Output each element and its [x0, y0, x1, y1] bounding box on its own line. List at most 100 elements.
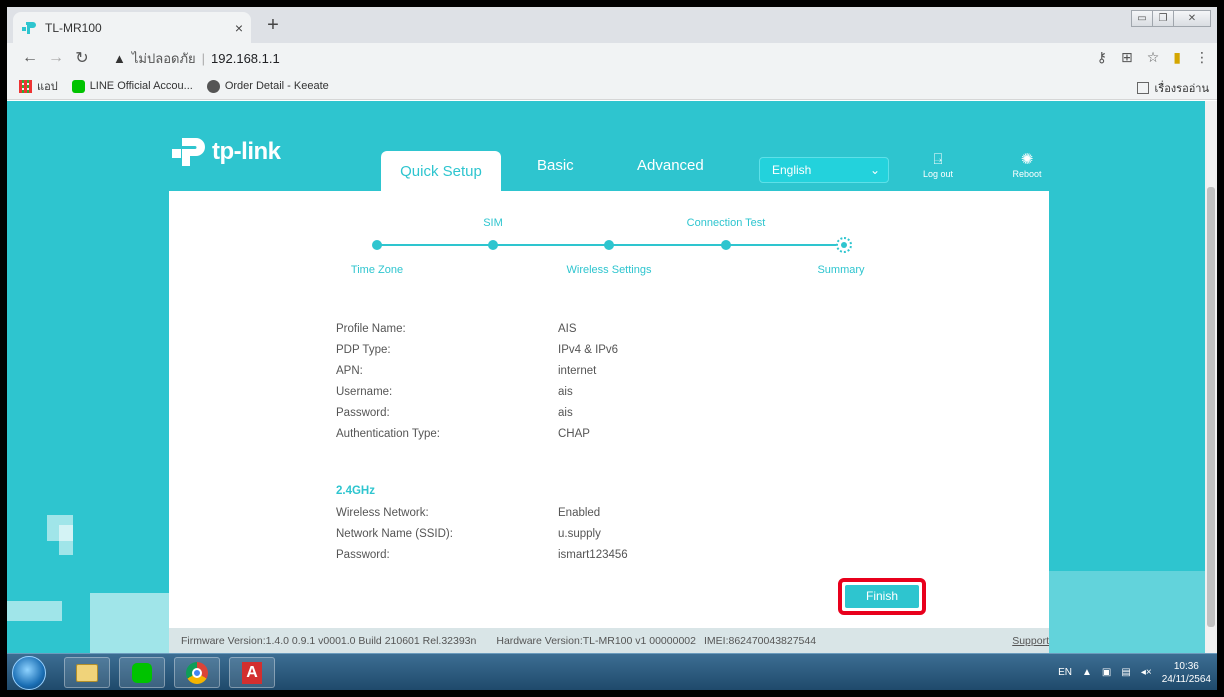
tab-quick-setup[interactable]: Quick Setup — [381, 151, 501, 191]
language-select[interactable]: English ⌄ — [759, 157, 889, 183]
address-separator: | — [201, 50, 206, 66]
step-dot-wireless — [604, 240, 614, 250]
window-controls: ▭ ❐ ✕ — [1131, 10, 1211, 27]
start-button[interactable] — [12, 656, 46, 690]
step-label-time-zone: Time Zone — [350, 264, 404, 276]
step-dot-time-zone — [372, 240, 382, 250]
password-value: ais — [558, 407, 573, 419]
step-label-summary: Summary — [817, 264, 865, 276]
logo-text: tp-link — [212, 138, 281, 165]
bookmark-order-detail[interactable]: Order Detail - Keeate — [206, 79, 329, 93]
line-icon — [71, 79, 85, 93]
back-icon[interactable]: ← — [19, 49, 41, 67]
firmware-version: Firmware Version:1.4.0 0.9.1 v0001.0 Bui… — [181, 634, 477, 647]
password-label: Password: — [336, 407, 390, 419]
close-window-icon[interactable]: ✕ — [1173, 10, 1211, 27]
reboot-button[interactable]: ✺ Reboot — [1007, 151, 1047, 179]
bookmark-apps[interactable]: แอป — [19, 77, 58, 95]
input-language[interactable]: EN — [1058, 667, 1072, 678]
quick-setup-panel — [169, 191, 1049, 628]
imei: IMEI:862470043827544 — [703, 634, 817, 647]
tab-title: TL-MR100 — [45, 20, 102, 35]
system-tray: EN ▲ ▣ ▤ ◂× 10:36 24/11/2564 — [1058, 654, 1211, 690]
pdp-type-value: IPv4 & IPv6 — [558, 344, 619, 356]
reading-list[interactable]: เรื่องรออ่าน — [1136, 79, 1209, 97]
scrollbar-thumb[interactable] — [1207, 187, 1215, 627]
bookmark-line[interactable]: LINE Official Accou... — [71, 79, 193, 93]
clock-date: 24/11/2564 — [1161, 673, 1211, 685]
extension-icon[interactable]: ▮ — [1173, 49, 1181, 66]
router-page: tp-link Quick Setup Basic Advanced Engli… — [7, 101, 1217, 653]
logout-label: Log out — [922, 169, 954, 179]
step-dot-summary-inner — [841, 242, 847, 248]
acrobat-icon: A — [242, 661, 262, 684]
profile-name-label: Profile Name: — [336, 323, 406, 335]
apn-label: APN: — [336, 365, 363, 377]
browser-tab-strip: TL-MR100 × + ▭ ❐ ✕ — [7, 7, 1217, 43]
bookmark-label: Order Detail - Keeate — [224, 80, 329, 92]
chrome-icon-center — [192, 667, 202, 678]
auth-type-label: Authentication Type: — [336, 428, 440, 440]
reading-list-icon — [1136, 82, 1149, 94]
browser-toolbar: ← → ↻ ▲ ไม่ปลอดภัย | 192.168.1.1 ⚷ ⊞ ☆ ▮… — [7, 43, 1217, 73]
tp-link-logo: tp-link — [170, 136, 281, 168]
warning-icon[interactable]: ▲ — [113, 51, 126, 66]
new-tab-button[interactable]: + — [262, 15, 284, 37]
translate-icon[interactable]: ⊞ — [1121, 49, 1133, 66]
globe-icon — [206, 79, 220, 93]
toolbar-right: ⚷ ⊞ ☆ ▮ ⋮ — [1097, 49, 1209, 66]
taskbar-acrobat[interactable]: A — [229, 657, 275, 688]
close-tab-icon[interactable]: × — [235, 20, 243, 36]
reading-list-label: เรื่องรออ่าน — [1154, 83, 1209, 95]
pdp-type-label: PDP Type: — [336, 344, 391, 356]
tab-advanced[interactable]: Advanced — [637, 157, 704, 174]
decoration — [7, 601, 62, 621]
apn-value: internet — [558, 365, 597, 377]
logout-button[interactable]: ⍈ Log out — [918, 151, 958, 179]
windows-taskbar: A EN ▲ ▣ ▤ ◂× 10:36 24/11/2564 — [7, 653, 1217, 690]
taskbar-chrome[interactable] — [174, 657, 220, 688]
power-icon[interactable]: ▤ — [1121, 667, 1130, 678]
bookmarks-bar: แอป LINE Official Accou... Order Detail … — [7, 73, 1217, 100]
key-icon[interactable]: ⚷ — [1097, 49, 1107, 66]
browser-tab[interactable]: TL-MR100 × — [13, 12, 251, 43]
ssid-label: Network Name (SSID): — [336, 528, 453, 540]
minimize-icon[interactable]: ▭ — [1131, 10, 1153, 27]
folder-icon — [76, 663, 98, 682]
tray-expand-icon[interactable]: ▲ — [1082, 667, 1092, 678]
network-icon[interactable]: ▣ — [1102, 667, 1111, 678]
taskbar-explorer[interactable] — [64, 657, 110, 688]
security-label[interactable]: ไม่ปลอดภัย — [132, 48, 196, 69]
reload-icon[interactable]: ↻ — [71, 48, 93, 68]
chevron-down-icon: ⌄ — [869, 163, 880, 177]
decoration — [90, 593, 170, 653]
tp-link-logo-icon — [172, 138, 205, 166]
support-link[interactable]: Support — [1012, 635, 1049, 647]
reboot-icon: ✺ — [1020, 151, 1034, 168]
restore-icon[interactable]: ❐ — [1152, 10, 1174, 27]
forward-icon[interactable]: → — [45, 49, 67, 67]
bookmark-label: แอป — [37, 81, 58, 93]
volume-muted-icon[interactable]: ◂× — [1141, 667, 1152, 678]
menu-icon[interactable]: ⋮ — [1195, 49, 1209, 66]
address-bar[interactable]: ▲ ไม่ปลอดภัย | 192.168.1.1 — [113, 46, 280, 70]
page-footer: Firmware Version:1.4.0 0.9.1 v0001.0 Bui… — [169, 628, 1049, 653]
wifi-password-label: Password: — [336, 549, 390, 561]
url-text[interactable]: 192.168.1.1 — [211, 51, 280, 66]
apps-grid-icon — [19, 79, 32, 93]
decoration — [59, 525, 73, 555]
tab-basic[interactable]: Basic — [537, 157, 574, 174]
finish-button[interactable]: Finish — [845, 585, 919, 608]
page-scrollbar[interactable] — [1205, 101, 1217, 653]
bookmark-star-icon[interactable]: ☆ — [1147, 49, 1160, 66]
step-dot-sim — [488, 240, 498, 250]
chrome-icon — [186, 661, 208, 684]
clock-time: 10:36 — [1173, 660, 1199, 672]
wifi-password-value: ismart123456 — [558, 549, 628, 561]
ssid-value: u.supply — [558, 528, 601, 540]
username-value: ais — [558, 386, 573, 398]
taskbar-line[interactable] — [119, 657, 165, 688]
step-label-wireless-settings: Wireless Settings — [566, 264, 652, 276]
step-dot-connection-test — [721, 240, 731, 250]
clock[interactable]: 10:36 24/11/2564 — [1162, 660, 1211, 686]
